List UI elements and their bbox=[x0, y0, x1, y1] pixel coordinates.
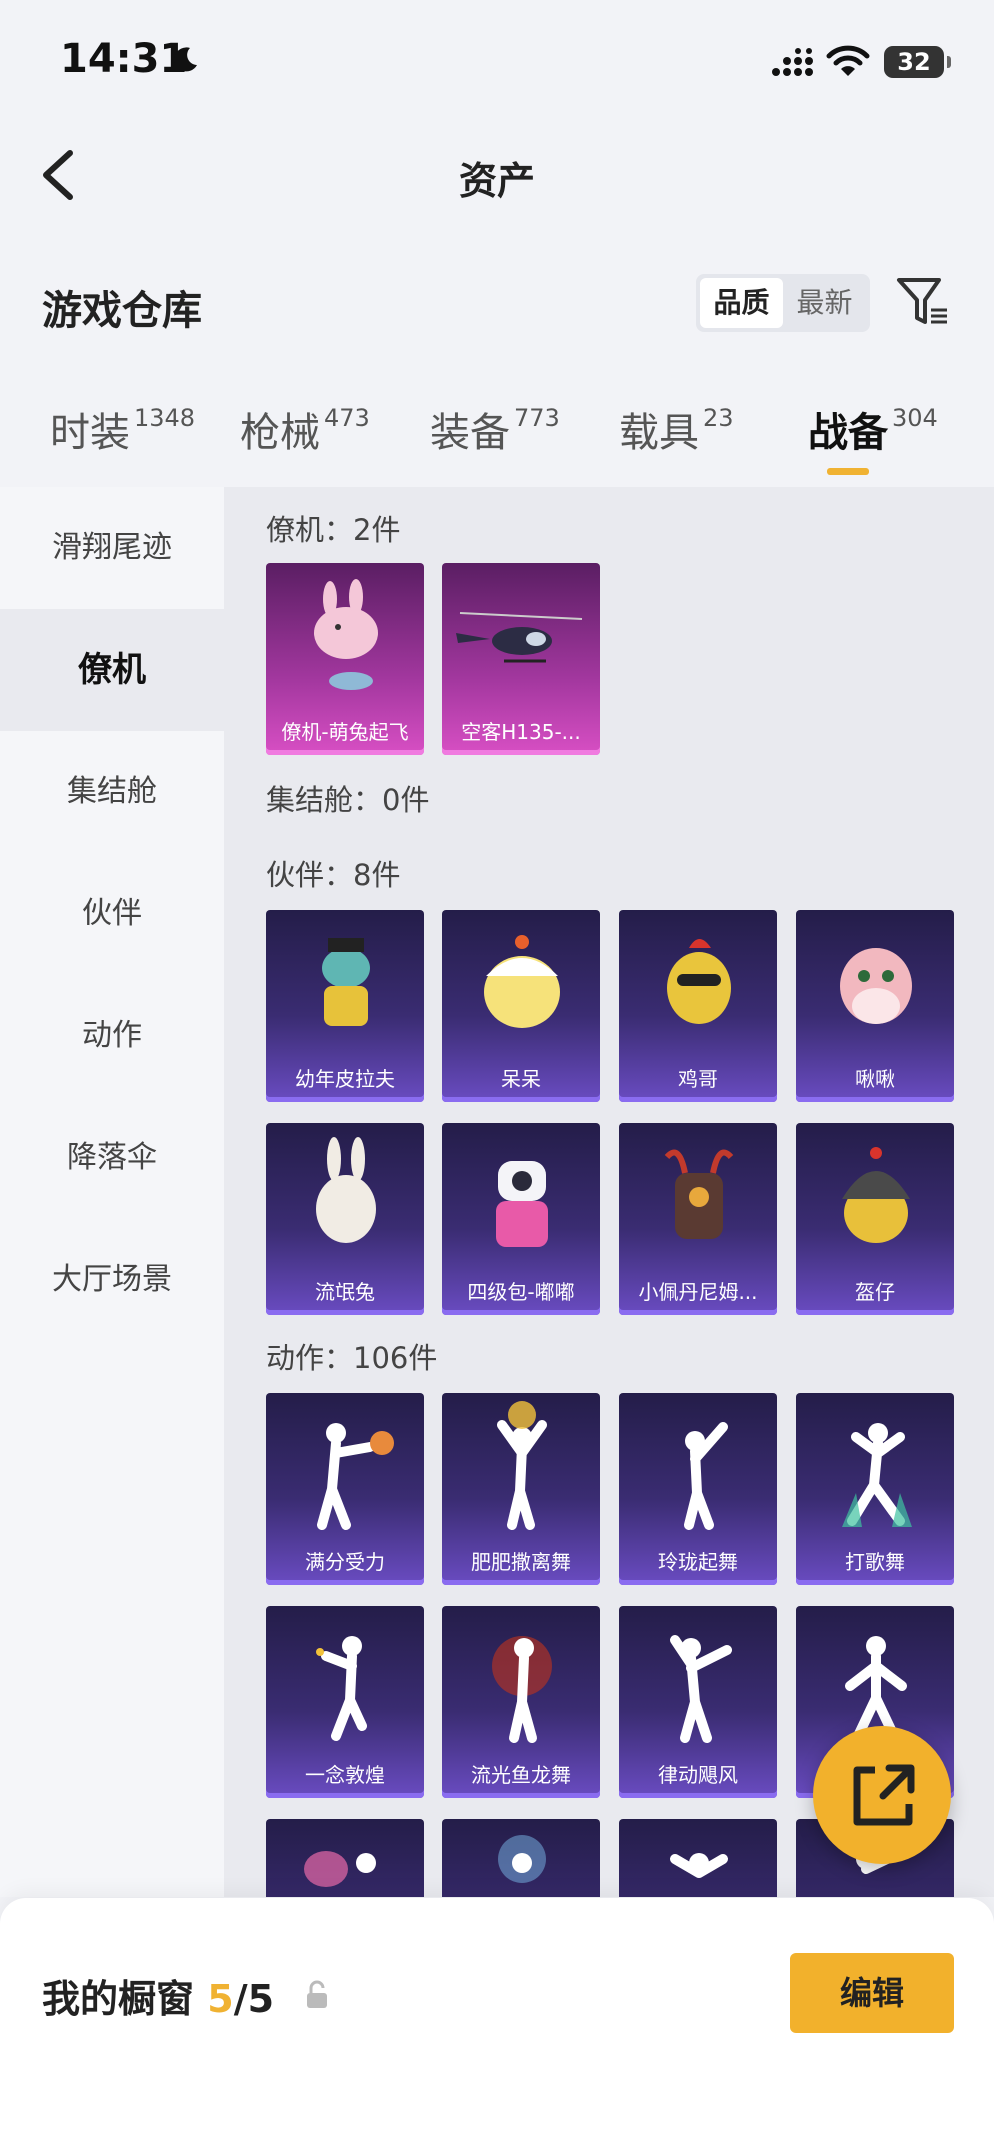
item-card[interactable]: 流光鱼龙舞 bbox=[442, 1606, 600, 1798]
item-name: 啾啾 bbox=[855, 1067, 895, 1091]
sidebar-item-parachute[interactable]: 降落伞 bbox=[0, 1097, 224, 1219]
item-card[interactable]: 流氓兔 bbox=[266, 1123, 424, 1315]
item-name: 空客H135-... bbox=[461, 720, 581, 744]
item-card[interactable]: 鸡哥 bbox=[619, 910, 777, 1102]
group-title-partner: 伙伴：8件 bbox=[266, 858, 401, 892]
moon-icon bbox=[174, 47, 197, 72]
category-tabs: 时装 1348 枪械 473 装备 773 载具 23 战备 304 bbox=[0, 400, 994, 490]
item-name: 满分受力 bbox=[305, 1550, 385, 1574]
item-card[interactable] bbox=[266, 1819, 424, 1897]
tab-battle-prep[interactable]: 战备 304 bbox=[808, 400, 938, 458]
status-time: 14:31 bbox=[60, 36, 188, 82]
group-title-capsule: 集结舱：0件 bbox=[266, 783, 430, 817]
sidebar-item-wingman[interactable]: 僚机 bbox=[0, 609, 224, 731]
item-name: 幼年皮拉夫 bbox=[295, 1067, 395, 1091]
sidebar-item-glide-trail[interactable]: 滑翔尾迹 bbox=[0, 487, 224, 609]
tab-equipment[interactable]: 装备 773 bbox=[430, 400, 560, 458]
dance-pose-icon bbox=[684, 1422, 728, 1530]
item-grid-panel: 僚机：2件 僚机-萌兔起飞 空客H135-... 集结舱：0件 伙伴：8件 幼年… bbox=[224, 487, 994, 1897]
tab-vehicles[interactable]: 载具 23 bbox=[619, 400, 734, 458]
item-card[interactable]: 呆呆 bbox=[442, 910, 600, 1102]
item-card[interactable]: 一念敦煌 bbox=[266, 1606, 424, 1798]
pink-bird-figure-icon bbox=[840, 948, 912, 1024]
item-name: 打歌舞 bbox=[845, 1550, 905, 1574]
chick-figure-icon bbox=[484, 935, 560, 1028]
item-card[interactable] bbox=[619, 1819, 777, 1897]
goblin-figure-icon bbox=[322, 938, 370, 1026]
item-card[interactable]: 律动飓风 bbox=[619, 1606, 777, 1798]
signal-icon bbox=[772, 48, 813, 76]
item-card[interactable]: 四级包-嘟嘟 bbox=[442, 1123, 600, 1315]
sort-by-newest[interactable]: 最新 bbox=[783, 278, 866, 328]
group-title-action: 动作：106件 bbox=[266, 1341, 438, 1375]
rooster-figure-icon bbox=[667, 939, 731, 1024]
lock-icon bbox=[307, 1980, 327, 2008]
sidebar-item-partner[interactable]: 伙伴 bbox=[0, 853, 224, 975]
item-card[interactable] bbox=[442, 1819, 600, 1897]
dance-pose-icon bbox=[842, 1423, 912, 1527]
item-name: 呆呆 bbox=[501, 1067, 541, 1091]
item-name: 小佩丹尼姆... bbox=[638, 1280, 758, 1304]
section-title: 游戏仓库 bbox=[42, 288, 202, 334]
helicopter-icon bbox=[456, 612, 583, 663]
item-name: 律动飓风 bbox=[658, 1763, 738, 1787]
item-name: 流氓兔 bbox=[315, 1280, 375, 1304]
dance-pose-icon bbox=[670, 1635, 732, 1743]
dance-pose-icon bbox=[498, 1835, 546, 1883]
sidebar-item-action[interactable]: 动作 bbox=[0, 975, 224, 1097]
dance-pose-icon bbox=[304, 1851, 376, 1887]
item-card[interactable]: 肥肥撒离舞 bbox=[442, 1393, 600, 1585]
item-name: 僚机-萌兔起飞 bbox=[281, 720, 409, 744]
item-card[interactable]: 打歌舞 bbox=[796, 1393, 954, 1585]
armored-figure-icon bbox=[664, 1149, 734, 1239]
item-card[interactable]: 小佩丹尼姆... bbox=[619, 1123, 777, 1315]
sidebar-item-lobby-scene[interactable]: 大厅场景 bbox=[0, 1219, 224, 1341]
page-title: 资产 bbox=[458, 159, 535, 203]
helmet-chick-figure-icon bbox=[842, 1147, 910, 1243]
my-showcase-label: 我的橱窗 5/5 bbox=[42, 1977, 275, 2021]
item-name: 四级包-嘟嘟 bbox=[467, 1280, 575, 1304]
group-title-wingman: 僚机：2件 bbox=[266, 513, 401, 547]
item-card[interactable]: 僚机-萌兔起飞 bbox=[266, 563, 424, 755]
tab-fashion[interactable]: 时装 1348 bbox=[50, 400, 195, 458]
bunny-plane-icon bbox=[314, 579, 378, 690]
showcase-count-current: 5 bbox=[207, 1977, 234, 2021]
active-tab-indicator bbox=[827, 468, 869, 475]
edit-button[interactable]: 编辑 bbox=[790, 1953, 954, 2033]
dance-pose-icon bbox=[316, 1636, 367, 1741]
item-card[interactable]: 满分受力 bbox=[266, 1393, 424, 1585]
dance-pose-icon bbox=[497, 1401, 547, 1530]
filter-icon[interactable] bbox=[895, 274, 951, 330]
item-name: 盔仔 bbox=[855, 1280, 895, 1304]
item-card[interactable]: 啾啾 bbox=[796, 910, 954, 1102]
showcase-count-total: /5 bbox=[233, 1977, 275, 2021]
item-name: 鸡哥 bbox=[678, 1067, 718, 1091]
item-card[interactable]: 空客H135-... bbox=[442, 563, 600, 755]
battery-indicator: 32 bbox=[884, 46, 951, 78]
sidebar: 滑翔尾迹 僚机 集结舱 伙伴 动作 降落伞 大厅场景 bbox=[0, 487, 224, 1897]
dance-pose-icon bbox=[317, 1423, 394, 1530]
item-name: 一念敦煌 bbox=[305, 1763, 385, 1787]
dance-pose-icon bbox=[670, 1853, 728, 1878]
white-rabbit-figure-icon bbox=[316, 1137, 376, 1243]
item-name: 玲珑起舞 bbox=[658, 1550, 738, 1574]
status-bar: 14:31 32 bbox=[0, 0, 994, 120]
dance-pose-icon bbox=[492, 1636, 552, 1743]
item-card[interactable]: 盔仔 bbox=[796, 1123, 954, 1315]
sidebar-item-capsule[interactable]: 集结舱 bbox=[0, 731, 224, 853]
item-card[interactable]: 玲珑起舞 bbox=[619, 1393, 777, 1585]
sort-toggle: 品质 最新 bbox=[696, 274, 870, 332]
item-card[interactable]: 幼年皮拉夫 bbox=[266, 910, 424, 1102]
bottom-bar: 我的橱窗 5/5 编辑 bbox=[0, 1898, 994, 2152]
item-name: 流光鱼龙舞 bbox=[471, 1763, 571, 1787]
tab-guns[interactable]: 枪械 473 bbox=[240, 400, 370, 458]
sort-by-quality[interactable]: 品质 bbox=[700, 278, 783, 328]
robot-figure-icon bbox=[496, 1161, 548, 1247]
wifi-icon bbox=[826, 45, 870, 76]
item-name: 肥肥撒离舞 bbox=[471, 1550, 571, 1574]
share-button[interactable] bbox=[813, 1726, 951, 1864]
share-icon bbox=[853, 1764, 915, 1826]
